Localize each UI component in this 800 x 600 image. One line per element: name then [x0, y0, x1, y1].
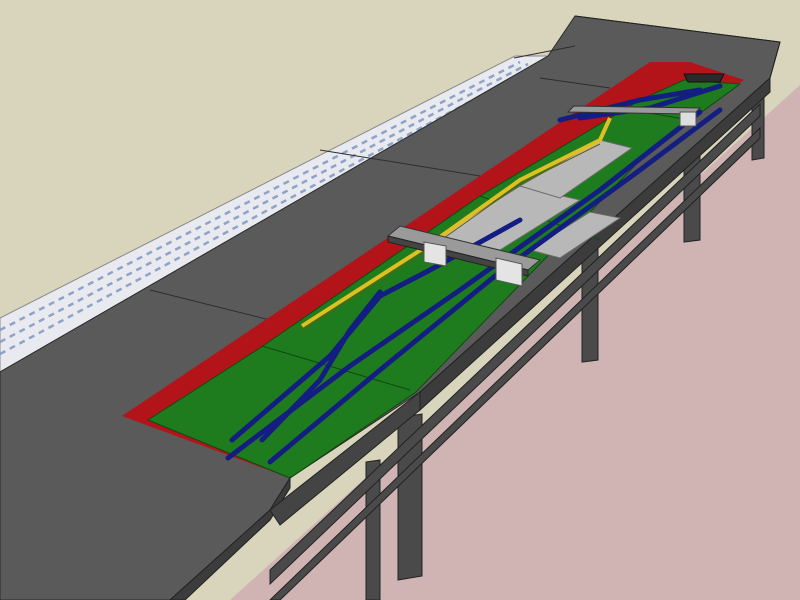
tunnel-portal: [683, 73, 725, 83]
bridge-abutment: [423, 241, 447, 267]
layout-3d-scene: [0, 15, 800, 600]
bridge-pier: [679, 111, 697, 127]
